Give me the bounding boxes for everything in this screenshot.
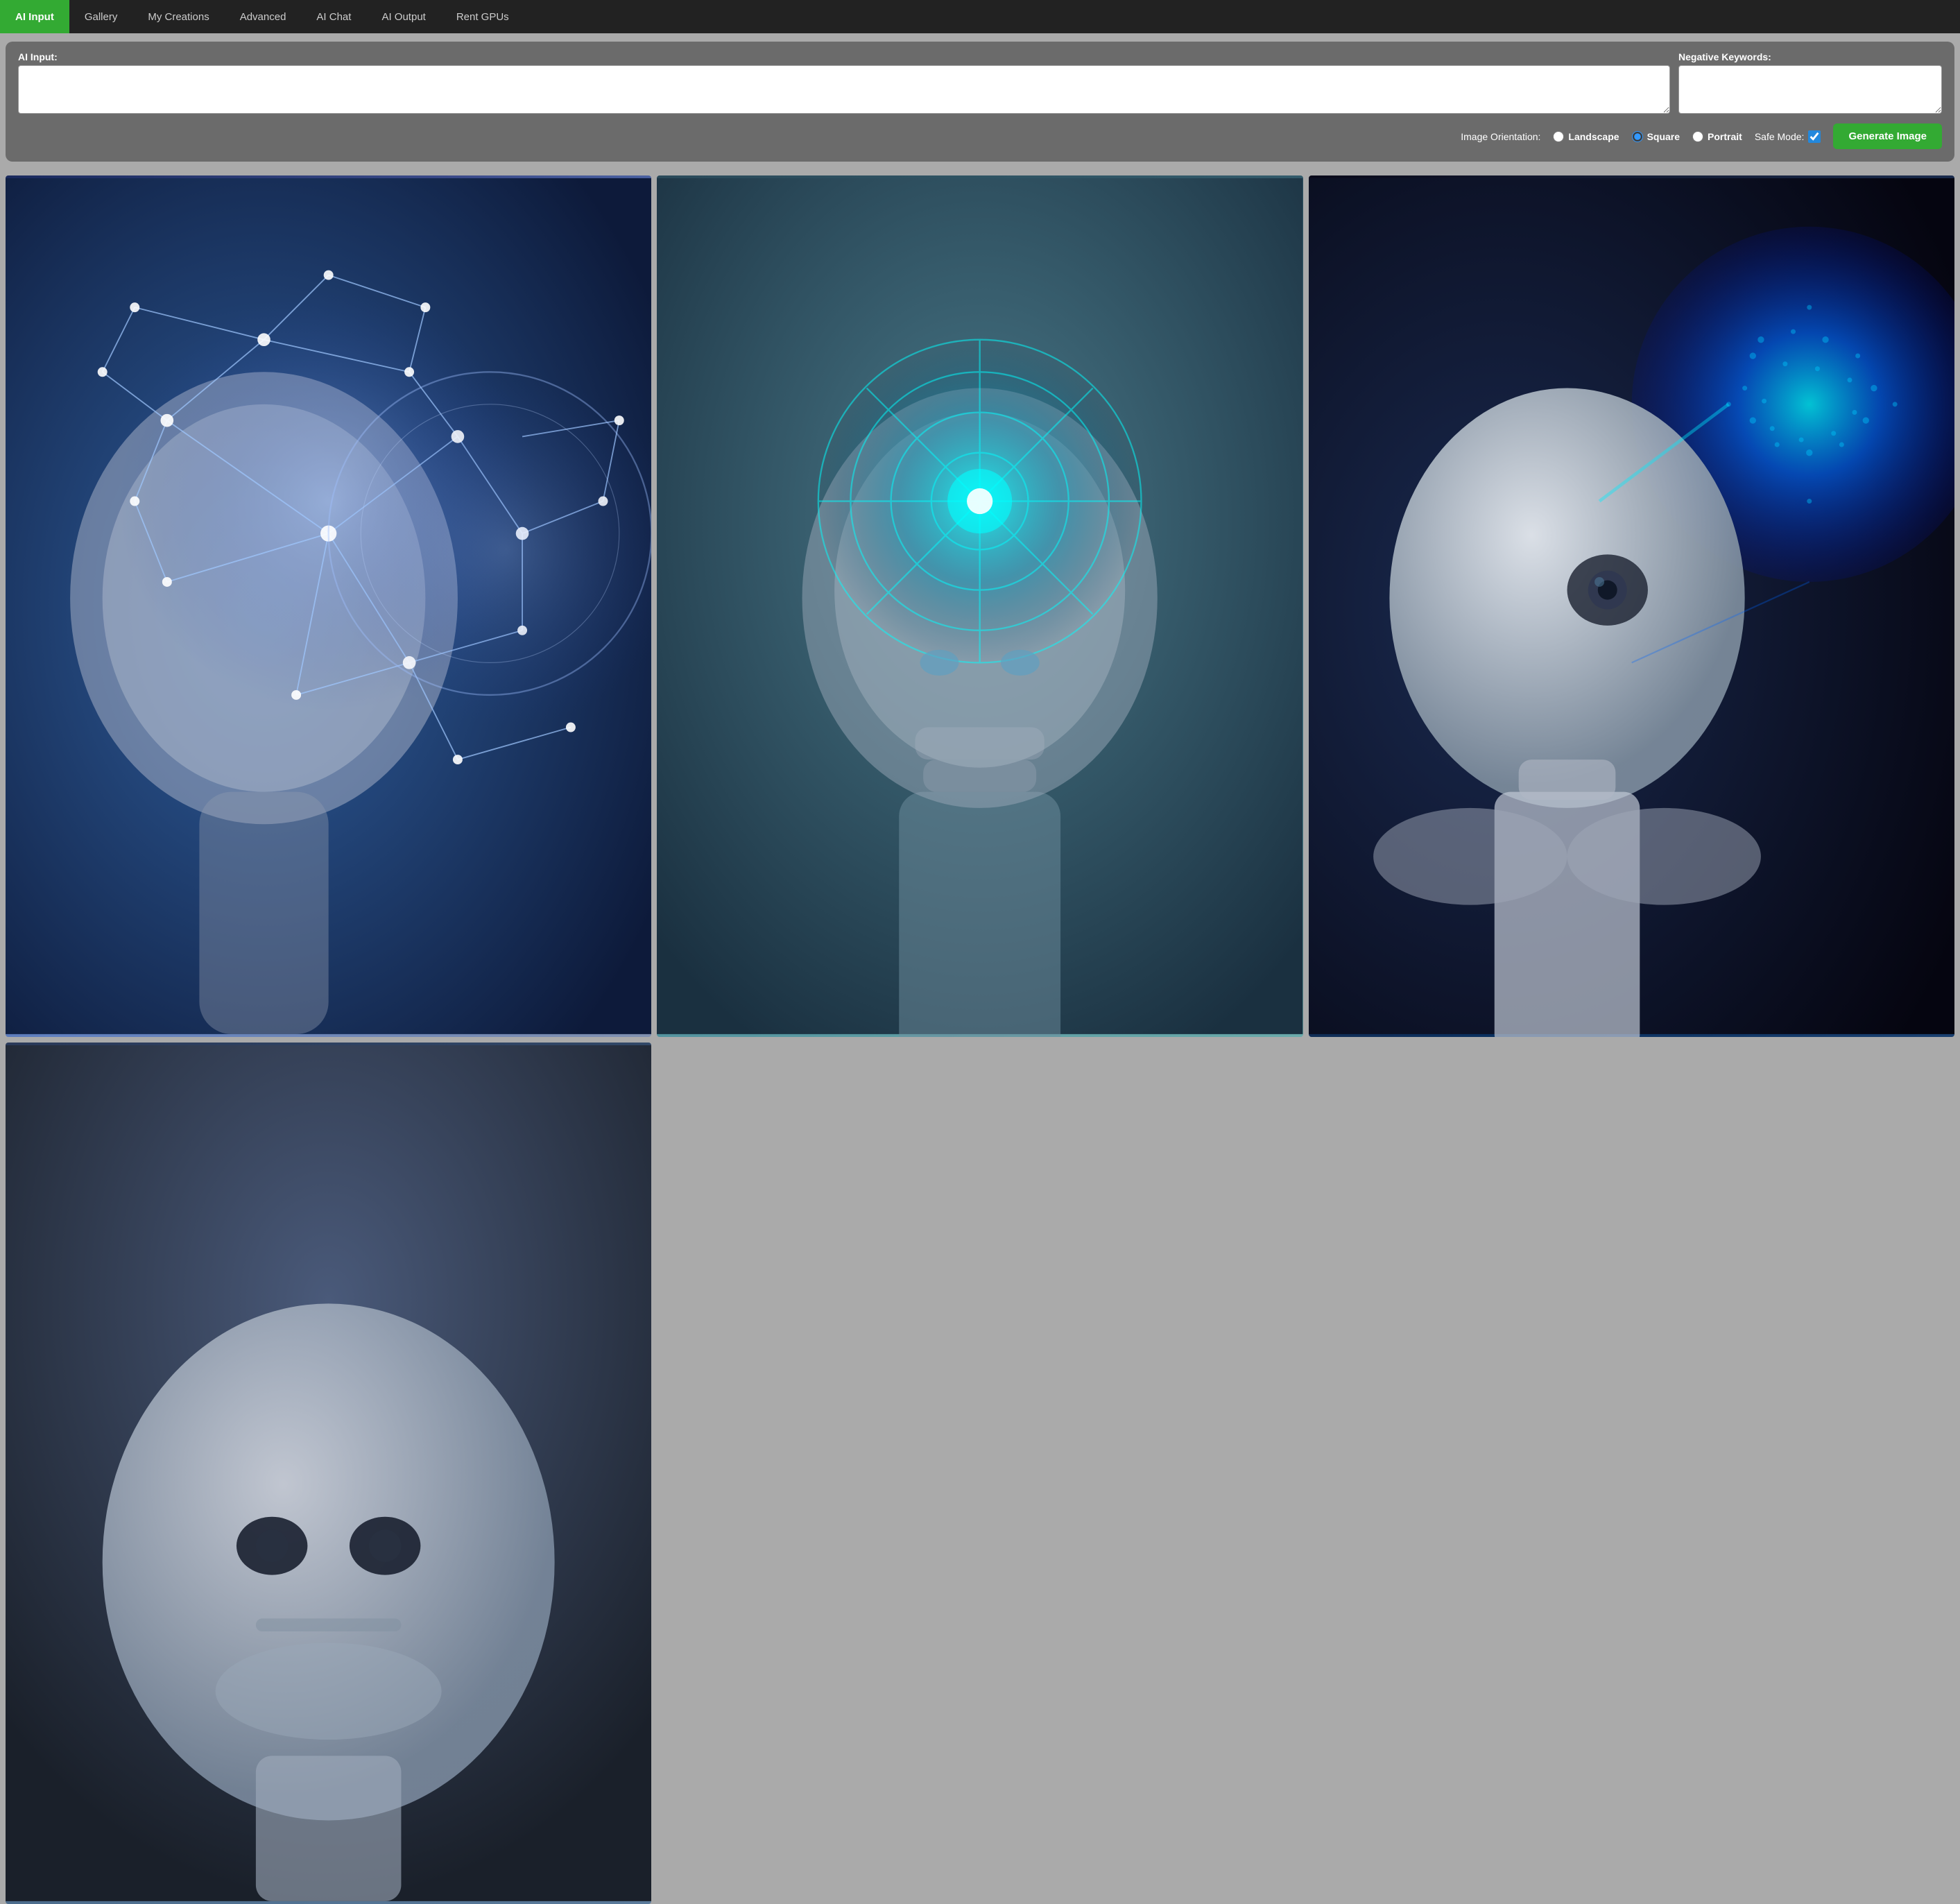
orientation-portrait-radio[interactable] — [1692, 131, 1703, 142]
control-panel: AI Input: Negative Keywords: Image Orien… — [6, 42, 1954, 162]
robot-3-svg — [1309, 175, 1954, 1037]
generate-image-button[interactable]: Generate Image — [1833, 123, 1942, 149]
robot-2-svg — [657, 175, 1303, 1037]
nav-item-ai-chat[interactable]: AI Chat — [301, 0, 366, 33]
ai-input-group: AI Input: — [18, 51, 1670, 114]
orientation-landscape-label[interactable]: Landscape — [1568, 131, 1619, 142]
robot-1-svg — [6, 175, 651, 1037]
negative-keywords-group: Negative Keywords: — [1678, 51, 1942, 114]
safe-mode-group: Safe Mode: — [1755, 130, 1821, 143]
negative-keywords-textarea[interactable] — [1678, 65, 1942, 114]
orientation-square-radio[interactable] — [1632, 131, 1643, 142]
image-grid — [0, 170, 1960, 1904]
orientation-portrait-group: Portrait — [1692, 131, 1742, 142]
ai-input-label: AI Input: — [18, 51, 1670, 62]
negative-keywords-label: Negative Keywords: — [1678, 51, 1942, 62]
image-card-robot-3[interactable] — [1309, 175, 1954, 1037]
nav-item-rent-gpus[interactable]: Rent GPUs — [441, 0, 524, 33]
nav-item-my-creations[interactable]: My Creations — [132, 0, 224, 33]
nav-item-advanced[interactable]: Advanced — [225, 0, 302, 33]
image-card-robot-1[interactable] — [6, 175, 651, 1037]
image-card-robot-2[interactable] — [657, 175, 1303, 1037]
orientation-label: Image Orientation: — [1461, 131, 1540, 142]
orientation-square-group: Square — [1632, 131, 1680, 142]
image-card-robot-4[interactable] — [6, 1043, 651, 1904]
orientation-landscape-radio[interactable] — [1553, 131, 1564, 142]
nav-item-ai-output[interactable]: AI Output — [366, 0, 440, 33]
main-nav: AI Input Gallery My Creations Advanced A… — [0, 0, 1960, 33]
safe-mode-label: Safe Mode: — [1755, 131, 1805, 142]
nav-item-gallery[interactable]: Gallery — [69, 0, 133, 33]
ai-input-textarea[interactable] — [18, 65, 1670, 114]
orientation-row: Image Orientation: Landscape Square Port… — [18, 123, 1942, 149]
nav-item-ai-input[interactable]: AI Input — [0, 0, 69, 33]
orientation-landscape-group: Landscape — [1553, 131, 1619, 142]
safe-mode-checkbox[interactable] — [1808, 130, 1821, 143]
orientation-portrait-label[interactable]: Portrait — [1708, 131, 1742, 142]
orientation-square-label[interactable]: Square — [1647, 131, 1680, 142]
robot-4-svg — [6, 1043, 651, 1904]
